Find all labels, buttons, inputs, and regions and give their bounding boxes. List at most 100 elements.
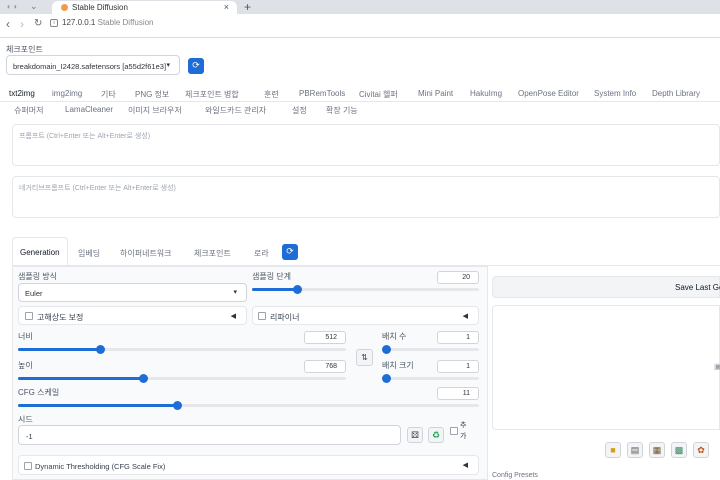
tab-mini-paint[interactable]: Mini Paint [418,89,453,98]
steps-slider-fill [252,288,297,291]
tab-openpose-editor[interactable]: OpenPose Editor [518,89,579,98]
address-bar[interactable]: 127.0.0.1 Stable Diffusion [62,18,154,27]
prompt-textarea[interactable]: 프롬프트 (Ctrl+Enter 또는 Alt+Enter로 생성) [12,124,720,166]
extra-networks-refresh-button[interactable]: ⟳ [282,244,298,260]
tab-img2img[interactable]: img2img [52,89,82,98]
palette-icon: ✿ [697,445,705,455]
batch-size-label: 배치 크기 [382,361,414,370]
image-placeholder-icon: ▣ [714,362,720,371]
sub-tab-임베딩[interactable]: 임베딩 [78,248,100,259]
site-info-icon[interactable]: i [50,19,58,27]
checkpoint-label: 체크포인트 [6,45,43,54]
new-tab-icon[interactable]: + [244,0,251,14]
save-last-label: Save Last Ge [675,283,720,292]
cfg-input[interactable]: 11 [437,387,479,400]
checkpoint-refresh-button[interactable]: ⟳ [188,58,204,74]
sub-tab-로라[interactable]: 로라 [254,248,269,259]
hires-fix-accordion[interactable]: 고해상도 보정 ◀ [18,306,247,325]
tab-훈련[interactable]: 훈련 [264,89,279,100]
steps-slider[interactable] [252,285,479,294]
browser-tab[interactable]: Stable Diffusion × [52,1,237,14]
refiner-checkbox[interactable] [258,312,266,320]
tab-png-정보[interactable]: PNG 정보 [135,89,169,100]
send-to-inpaint-button[interactable]: ✿ [693,442,709,458]
tab-기타[interactable]: 기타 [101,89,116,100]
refresh-icon: ⟳ [192,60,200,70]
tab-system-info[interactable]: System Info [594,89,636,98]
open-folder-button[interactable]: ■ [605,442,621,458]
seed-label: 시드 [18,415,33,424]
refiner-accordion[interactable]: 리파이너 ◀ [252,306,479,325]
tab-txt2img[interactable]: txt2img [9,89,35,98]
browser-tab-title: Stable Diffusion [72,3,128,12]
swap-dimensions-button[interactable]: ⇅ [356,349,373,366]
send-to-img2img-button[interactable]: ▩ [671,442,687,458]
sampler-select[interactable]: Euler ▾ [18,283,247,302]
tab-슈퍼머저[interactable]: 슈퍼머저 [14,105,43,116]
url-host: 127.0.0.1 [62,18,96,27]
zip-button[interactable]: ▦ [649,442,665,458]
sub-tab-하이퍼네트워크[interactable]: 하이퍼네트워크 [120,248,172,259]
tab-체크포인트-병합[interactable]: 체크포인트 병합 [185,89,239,100]
sub-tab-generation[interactable]: Generation [20,248,60,257]
width-slider-knob[interactable] [96,345,105,354]
height-slider-knob[interactable] [139,374,148,383]
tab-확장-기능[interactable]: 확장 기능 [326,105,358,116]
width-input[interactable]: 512 [304,331,346,344]
width-slider-fill [18,348,100,351]
refresh-icon: ⟳ [286,246,294,256]
favicon-icon [61,4,68,11]
width-label: 너비 [18,332,33,341]
recycle-icon: ♻ [431,430,441,440]
image-icon: ▩ [674,445,684,455]
steps-slider-knob[interactable] [293,285,302,294]
tab-이미지-브라우저[interactable]: 이미지 브라우저 [128,105,182,116]
save-button[interactable]: ▤ [627,442,643,458]
sub-tab-체크포인트[interactable]: 체크포인트 [194,248,231,259]
extra-seed-label: 추가 [460,422,467,440]
sampler-value: Euler [25,289,43,298]
tab-설정[interactable]: 설정 [292,105,307,116]
batch-size-slider[interactable] [382,374,479,383]
height-slider[interactable] [18,374,346,383]
reload-icon[interactable]: ↻ [34,18,42,29]
height-label: 높이 [18,361,33,370]
steps-input[interactable]: 20 [437,271,479,284]
batch-count-slider-knob[interactable] [382,345,391,354]
config-presets-label: Config Presets [492,472,538,479]
height-input[interactable]: 768 [304,360,346,373]
width-slider[interactable] [18,345,346,354]
tab-lamacleaner[interactable]: LamaCleaner [65,105,113,114]
hires-fix-checkbox[interactable] [25,312,33,320]
forward-icon[interactable]: › [20,17,24,31]
tab-와일드카드-관리자[interactable]: 와일드카드 관리자 [205,105,266,116]
extra-seed-checkbox[interactable] [450,427,458,435]
dynamic-thresholding-accordion[interactable]: Dynamic Thresholding (CFG Scale Fix) ◀ [18,455,479,475]
batch-count-slider[interactable] [382,345,479,354]
batch-size-slider-knob[interactable] [382,374,391,383]
tab-civitai-헬퍼[interactable]: Civitai 헬퍼 [359,89,398,100]
collapse-icon: ◀ [462,313,468,320]
back-icon[interactable]: ‹ [6,17,10,31]
tab-hakuimg[interactable]: HakuImg [470,89,502,98]
dynamic-thresholding-checkbox[interactable] [24,462,32,470]
tab-pbremtools[interactable]: PBRemTools [299,89,345,98]
tab-search-icon[interactable]: ⌄ [30,1,38,12]
negative-prompt-textarea[interactable]: 네거티브프롬프트 (Ctrl+Enter 또는 Alt+Enter로 생성) [12,176,720,218]
save-last-button[interactable]: Save Last Ge [492,276,720,298]
output-gallery[interactable]: ▣ [492,305,720,430]
collapse-icon: ◀ [230,313,236,320]
steps-label: 샘플링 단계 [252,272,292,281]
tab-depth-library[interactable]: Depth Library [652,89,700,98]
tabs-divider [0,101,720,102]
batch-count-input[interactable]: 1 [437,331,479,344]
random-seed-button[interactable]: ⚄ [407,427,423,443]
collapse-icon: ◀ [462,462,468,469]
close-tab-icon[interactable]: × [224,2,229,12]
cfg-slider[interactable] [18,401,479,410]
batch-size-input[interactable]: 1 [437,360,479,373]
checkpoint-select[interactable]: breakdomain_I2428.safetensors [a55d2f61e… [6,55,180,75]
cfg-slider-knob[interactable] [173,401,182,410]
reuse-seed-button[interactable]: ♻ [428,427,444,443]
seed-input[interactable]: -1 [18,425,401,445]
